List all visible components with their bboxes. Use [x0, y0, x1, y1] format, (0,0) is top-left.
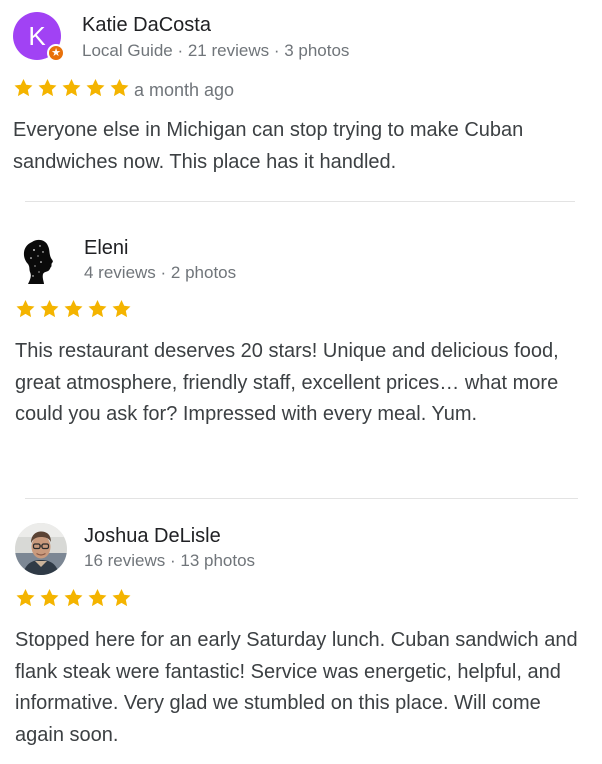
star-icon	[110, 79, 129, 97]
reviewer-name[interactable]: Eleni	[84, 237, 128, 260]
review-date: a month ago	[134, 80, 235, 100]
star-icon	[14, 79, 33, 97]
reviewer-meta[interactable]: 16 reviews · 13 photos	[84, 551, 255, 571]
reviewer-meta[interactable]: Local Guide · 21 reviews · 3 photos	[82, 41, 349, 61]
reviewer-name[interactable]: Katie DaCosta	[82, 14, 211, 37]
review-text: This restaurant deserves 20 stars! Uniqu…	[15, 340, 559, 425]
review-card-1: K ★ Katie DaCosta Local Guide · 21 revie…	[0, 0, 602, 200]
reviewer-meta[interactable]: 4 reviews · 2 photos	[84, 263, 236, 283]
review-text: Stopped here for an early Saturday lunch…	[15, 629, 578, 746]
star-rating	[14, 587, 133, 611]
star-icon	[16, 300, 35, 318]
avatar[interactable]	[15, 523, 67, 575]
star-rating	[12, 77, 131, 101]
star-icon	[16, 589, 35, 607]
review-card-3: Joshua DeLisle 16 reviews · 13 photos St…	[0, 499, 602, 764]
reviewer-name[interactable]: Joshua DeLisle	[84, 525, 221, 548]
star-icon	[64, 300, 83, 318]
star-icon	[112, 300, 131, 318]
silhouette-avatar-icon	[14, 234, 66, 286]
star-icon	[88, 589, 107, 607]
star-icon	[88, 300, 107, 318]
star-icon	[62, 79, 81, 97]
review-card-2: Eleni 4 reviews · 2 photos This restaura…	[0, 202, 602, 498]
avatar[interactable]: K ★	[13, 12, 65, 62]
star-icon	[112, 589, 131, 607]
review-text: Everyone else in Michigan can stop tryin…	[13, 119, 524, 173]
star-rating	[14, 298, 133, 322]
star-icon	[40, 589, 59, 607]
star-icon	[86, 79, 105, 97]
local-guide-badge-icon: ★	[47, 44, 65, 62]
star-icon	[38, 79, 57, 97]
star-icon	[64, 589, 83, 607]
user-photo-avatar-icon	[15, 523, 67, 575]
star-icon	[40, 300, 59, 318]
avatar[interactable]	[14, 234, 66, 286]
